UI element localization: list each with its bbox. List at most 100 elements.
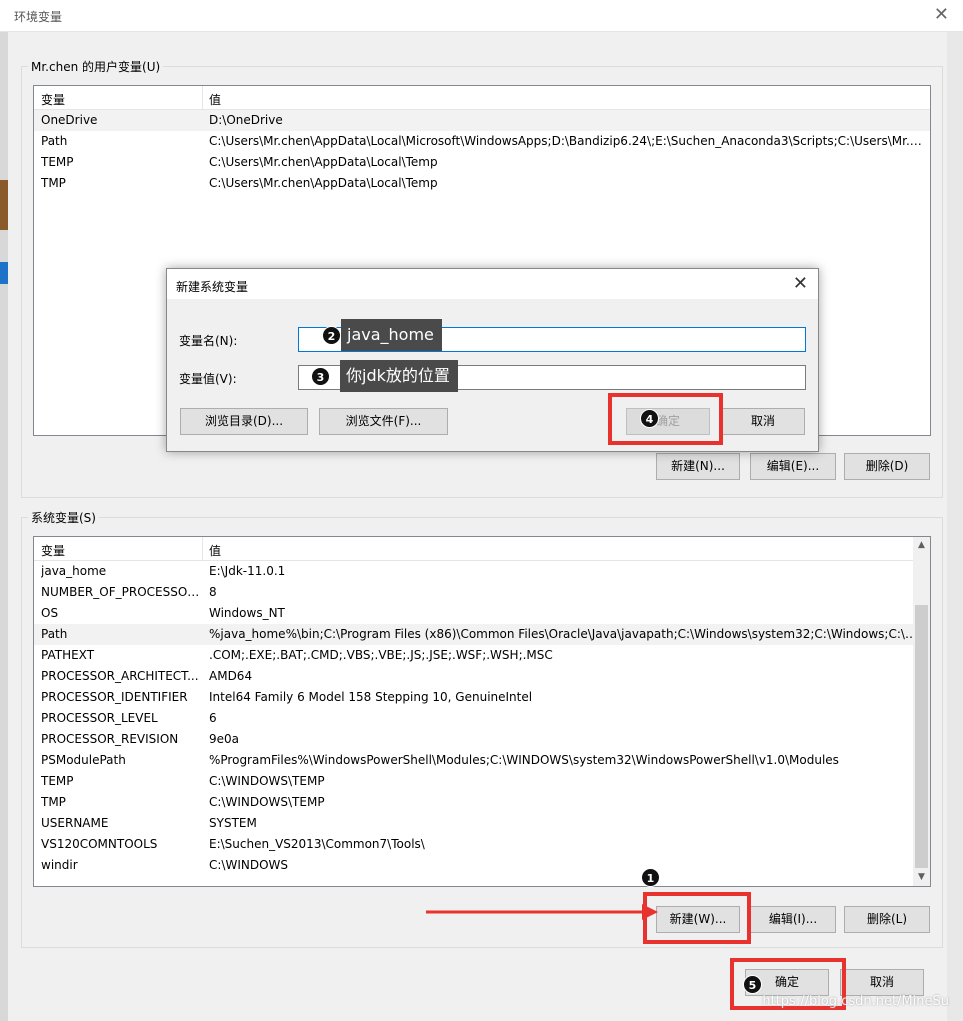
- variable-value-cell: Intel64 Family 6 Model 158 Stepping 10, …: [209, 690, 533, 704]
- scroll-up-icon[interactable]: ▲: [913, 537, 930, 554]
- step-badge-1: 1: [641, 868, 660, 887]
- dialog-cancel-button[interactable]: 取消: [721, 408, 805, 435]
- variable-value-cell: E:\Suchen_VS2013\Common7\Tools\: [209, 837, 425, 851]
- browse-directory-button[interactable]: 浏览目录(D)...: [180, 408, 308, 435]
- variable-value-cell: E:\Jdk-11.0.1: [209, 564, 286, 578]
- variable-name-cell: PSModulePath: [41, 753, 126, 767]
- variable-value-cell: D:\OneDrive: [209, 113, 283, 127]
- table-row[interactable]: windir C:\WINDOWS: [34, 855, 930, 876]
- column-header-variable[interactable]: 变量: [41, 91, 65, 108]
- step-badge-3: 3: [311, 367, 330, 386]
- variable-value-cell: AMD64: [209, 669, 253, 683]
- scroll-thumb[interactable]: [915, 605, 928, 868]
- variable-value-cell: %java_home%\bin;C:\Program Files (x86)\C…: [209, 627, 922, 641]
- variable-name-cell: TMP: [41, 176, 66, 190]
- callout-jdk-location: 你jdk放的位置: [340, 360, 458, 392]
- variable-name-cell: PROCESSOR_IDENTIFIER: [41, 690, 188, 704]
- variable-name-cell: java_home: [41, 564, 107, 578]
- step-badge-2: 2: [322, 326, 341, 345]
- variable-value-label: 变量值(V):: [179, 372, 237, 386]
- cancel-button[interactable]: 取消: [840, 969, 924, 996]
- system-delete-button[interactable]: 删除(L): [844, 906, 930, 933]
- variable-value-cell: SYSTEM: [209, 816, 257, 830]
- variable-name-cell: windir: [41, 858, 78, 872]
- variable-value-cell: 8: [209, 585, 217, 599]
- system-variables-label: 系统变量(S): [28, 509, 99, 526]
- variable-name-label: 变量名(N):: [179, 334, 238, 348]
- close-icon[interactable]: ✕: [934, 4, 949, 25]
- variable-value-cell: .COM;.EXE;.BAT;.CMD;.VBS;.VBE;.JS;.JSE;.…: [209, 648, 553, 662]
- column-header-value[interactable]: 值: [209, 542, 221, 559]
- table-row[interactable]: java_home E:\Jdk-11.0.1: [34, 561, 930, 582]
- variable-name-cell: TEMP: [41, 774, 74, 788]
- arrow-pointer: [426, 904, 658, 920]
- variable-name-cell: PROCESSOR_LEVEL: [41, 711, 158, 725]
- callout-text: 你jdk放的位置: [346, 366, 450, 385]
- user-variables-label: Mr.chen 的用户变量(U): [28, 58, 164, 75]
- dialog-title-bar: 新建系统变量 ✕: [167, 269, 818, 299]
- variable-value-cell: C:\WINDOWS\TEMP: [209, 774, 325, 788]
- table-row[interactable]: OneDrive D:\OneDrive: [34, 110, 930, 131]
- user-edit-button[interactable]: 编辑(E)...: [750, 453, 836, 480]
- table-row[interactable]: OS Windows_NT: [34, 603, 930, 624]
- scroll-down-icon[interactable]: ▼: [913, 869, 930, 886]
- list-header: 变量 值: [34, 86, 930, 110]
- table-row[interactable]: PROCESSOR_LEVEL 6: [34, 708, 930, 729]
- table-row[interactable]: NUMBER_OF_PROCESSORS 8: [34, 582, 930, 603]
- callout-text: java_home: [347, 325, 434, 344]
- highlight-dialog-ok: [608, 393, 723, 445]
- variable-value-cell: %ProgramFiles%\WindowsPowerShell\Modules…: [209, 753, 839, 767]
- variable-value-cell: Windows_NT: [209, 606, 285, 620]
- variable-name-cell: PATHEXT: [41, 648, 95, 662]
- watermark: https://blog.csdn.net/MineSu: [762, 994, 949, 1009]
- system-variables-list[interactable]: 变量 值 java_home E:\Jdk-11.0.1 NUMBER_OF_PRO…: [33, 536, 931, 887]
- variable-name-cell: NUMBER_OF_PROCESSORS: [41, 585, 201, 599]
- variable-name-cell: PROCESSOR_REVISION: [41, 732, 179, 746]
- table-row[interactable]: Path %java_home%\bin;C:\Program Files (x8…: [34, 624, 930, 645]
- step-badge-4: 4: [640, 409, 659, 428]
- user-new-button[interactable]: 新建(N)...: [656, 453, 740, 480]
- variable-value-cell: C:\Users\Mr.chen\AppData\Local\Temp: [209, 155, 438, 169]
- variable-name-cell: OneDrive: [41, 113, 98, 127]
- table-row[interactable]: USERNAME SYSTEM: [34, 813, 930, 834]
- table-row[interactable]: PROCESSOR_IDENTIFIER Intel64 Family 6 Mod…: [34, 687, 930, 708]
- user-delete-button[interactable]: 删除(D): [844, 453, 930, 480]
- table-row[interactable]: TEMP C:\WINDOWS\TEMP: [34, 771, 930, 792]
- vertical-scrollbar[interactable]: ▲ ▼: [913, 537, 930, 886]
- variable-name-cell: TMP: [41, 795, 66, 809]
- browse-file-button[interactable]: 浏览文件(F)...: [319, 408, 448, 435]
- table-row[interactable]: TMP C:\Users\Mr.chen\AppData\Local\Temp: [34, 173, 930, 194]
- variable-name-cell: OS: [41, 606, 59, 620]
- step-badge-5: 5: [743, 975, 762, 994]
- background-window-edge-right: [947, 32, 963, 1021]
- system-edit-button[interactable]: 编辑(I)...: [750, 906, 836, 933]
- variable-value-cell: C:\Users\Mr.chen\AppData\Local\Temp: [209, 176, 438, 190]
- window-title-bar: 环境变量 ✕: [0, 0, 963, 32]
- background-window-edge: [0, 0, 8, 1021]
- variable-name-cell: Path: [41, 134, 68, 148]
- variable-value-cell: 9e0a: [209, 732, 240, 746]
- column-header-value[interactable]: 值: [209, 91, 221, 108]
- list-header: 变量 值: [34, 537, 930, 561]
- table-row[interactable]: TMP C:\WINDOWS\TEMP: [34, 792, 930, 813]
- variable-name-cell: TEMP: [41, 155, 74, 169]
- column-header-variable[interactable]: 变量: [41, 542, 65, 559]
- table-row[interactable]: PSModulePath %ProgramFiles%\WindowsPowerS…: [34, 750, 930, 771]
- table-row[interactable]: PROCESSOR_REVISION 9e0a: [34, 729, 930, 750]
- table-row[interactable]: VS120COMNTOOLS E:\Suchen_VS2013\Common7\T…: [34, 834, 930, 855]
- table-row[interactable]: TEMP C:\Users\Mr.chen\AppData\Local\Temp: [34, 152, 930, 173]
- variable-value-cell: C:\WINDOWS\TEMP: [209, 795, 325, 809]
- variable-name-cell: Path: [41, 627, 68, 641]
- table-row[interactable]: PATHEXT .COM;.EXE;.BAT;.CMD;.VBS;.VBE;.JS…: [34, 645, 930, 666]
- window-title: 环境变量: [14, 10, 63, 24]
- dialog-title: 新建系统变量: [176, 280, 249, 294]
- callout-java-home: java_home: [341, 319, 442, 351]
- table-row[interactable]: Path C:\Users\Mr.chen\AppData\Local\Micro…: [34, 131, 930, 152]
- variable-name-cell: VS120COMNTOOLS: [41, 837, 158, 851]
- variable-value-cell: C:\WINDOWS: [209, 858, 289, 872]
- variable-name-cell: PROCESSOR_ARCHITECT...: [41, 669, 199, 683]
- table-row[interactable]: PROCESSOR_ARCHITECT... AMD64: [34, 666, 930, 687]
- variable-value-cell: 6: [209, 711, 217, 725]
- dialog-close-icon[interactable]: ✕: [793, 273, 808, 294]
- variable-name-cell: USERNAME: [41, 816, 109, 830]
